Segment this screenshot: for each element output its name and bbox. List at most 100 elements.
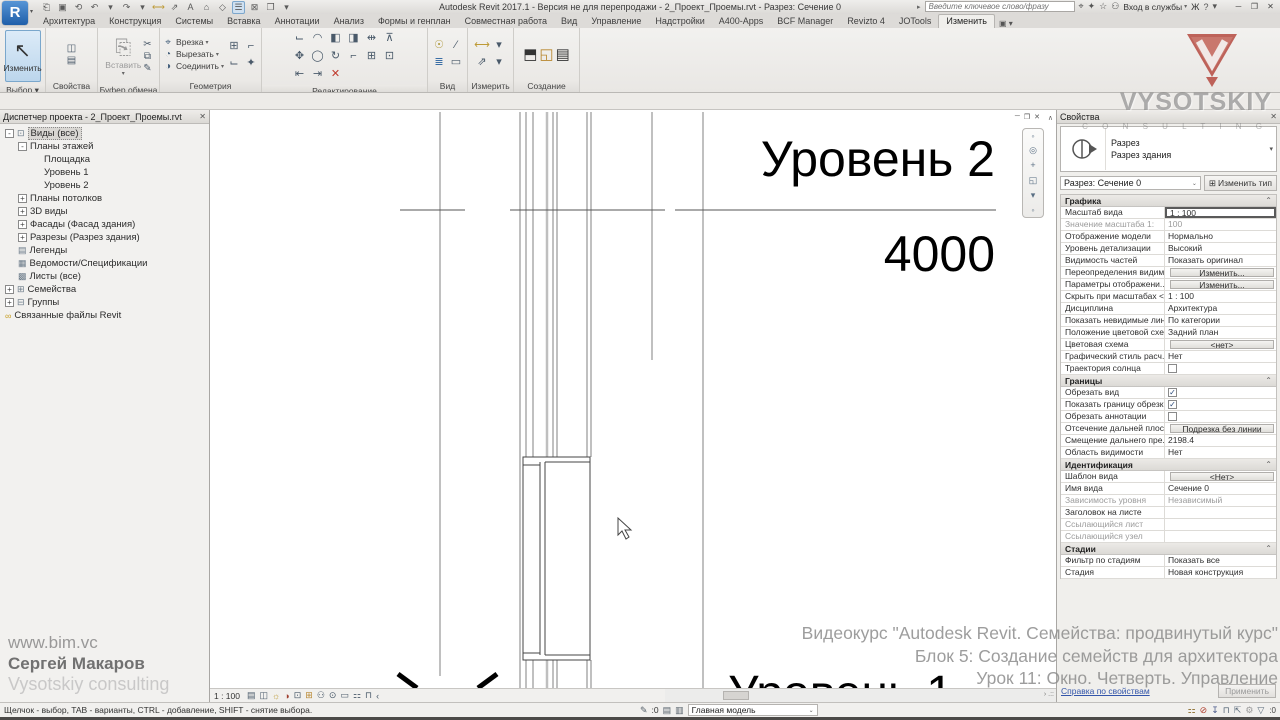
project-browser-close-icon[interactable]: ✕ xyxy=(199,112,206,121)
tree-item-elevations[interactable]: + Фасады (Фасад здания) xyxy=(0,218,209,231)
tab-annotacii[interactable]: Аннотации xyxy=(268,15,327,28)
match-type-icon[interactable]: ✎ xyxy=(143,63,151,74)
unjoin-icon[interactable]: ⌙ xyxy=(226,55,242,71)
sign-in-button[interactable]: Вход в службы ▾ xyxy=(1123,2,1187,12)
collapse-icon[interactable]: - xyxy=(18,142,27,151)
signin-user-icon[interactable]: ⚇ xyxy=(1111,1,1119,12)
property-value[interactable] xyxy=(1165,519,1276,530)
property-value[interactable]: 2198.4 xyxy=(1165,435,1276,446)
property-group-header[interactable]: Стадии ⌃ xyxy=(1061,543,1276,555)
shadows-icon[interactable]: ◑ xyxy=(284,691,289,701)
type-selector-dropdown-icon[interactable]: ▾ xyxy=(1269,145,1276,153)
tab-vid[interactable]: Вид xyxy=(554,15,584,28)
qat-customize-icon[interactable]: ▾ xyxy=(280,2,293,13)
properties-toggle-icon[interactable]: ▤ xyxy=(67,55,76,66)
tree-item-sheets[interactable]: ▩ Листы (все) xyxy=(0,270,209,283)
property-value[interactable]: 100 xyxy=(1165,219,1276,230)
navbar-close-icon[interactable]: ◦ xyxy=(1031,131,1034,141)
instance-selector[interactable]: Разрез: Сечение 0 ⌄ xyxy=(1060,176,1201,190)
property-value[interactable]: Нормально xyxy=(1165,231,1276,242)
expand-icon[interactable]: + xyxy=(18,194,27,203)
paste-button[interactable]: ⎘ Вставить ▾ xyxy=(105,30,141,82)
property-value[interactable] xyxy=(1165,411,1276,422)
reveal-hidden-icon[interactable]: ⊙ xyxy=(329,690,337,701)
tab-jotools[interactable]: JOTools xyxy=(892,15,939,28)
tree-item-legends[interactable]: ▤ Легенды xyxy=(0,244,209,257)
thin-lines-icon[interactable]: ☰ xyxy=(232,0,245,14)
join-button[interactable]: ◑ Соединить ▾ xyxy=(162,61,224,72)
tree-item-ceiling-plans[interactable]: + Планы потолков xyxy=(0,192,209,205)
favorites-icon[interactable]: ☆ xyxy=(1099,1,1107,12)
horizontal-scrollbar[interactable]: › .:: xyxy=(665,688,1056,702)
property-value-button[interactable]: <нет> xyxy=(1170,340,1274,349)
undo-dropdown-icon[interactable]: ▾ xyxy=(104,2,117,13)
tab-upravlenie[interactable]: Управление xyxy=(584,15,648,28)
property-value[interactable]: Изменить... xyxy=(1165,279,1276,290)
switch-windows-icon[interactable]: ❐ xyxy=(264,2,277,13)
tree-item-view-uroven-2[interactable]: Уровень 2 xyxy=(0,179,209,192)
property-value[interactable]: Нет xyxy=(1165,447,1276,458)
redo-icon[interactable]: ↷ xyxy=(120,2,133,13)
save-icon[interactable]: ▣ xyxy=(56,2,69,13)
expand-icon[interactable]: + xyxy=(18,233,27,242)
property-value[interactable]: ✓ xyxy=(1165,399,1276,410)
trim-icon[interactable]: ⌐ xyxy=(345,48,362,65)
tree-item-groups[interactable]: + ⊟ Группы xyxy=(0,296,209,309)
view-restore-icon[interactable]: ❐ xyxy=(1024,113,1030,121)
copy-move-icon[interactable]: ◯ xyxy=(309,48,326,65)
type-selector[interactable]: Разрез Разрез здания ▾ xyxy=(1060,126,1277,172)
apply-button[interactable]: Применить xyxy=(1218,684,1276,698)
close-button[interactable]: ✕ xyxy=(1263,2,1278,11)
hidden-elements-icon[interactable]: ☉ xyxy=(431,37,447,54)
background-processes-icon[interactable]: ⚙ xyxy=(1245,705,1253,716)
create-group-icon[interactable]: ⬒ xyxy=(523,45,537,63)
design-options-icon[interactable]: ▥ xyxy=(675,705,684,716)
filter-icon[interactable]: ▽ xyxy=(1257,705,1264,716)
property-group-header[interactable]: Границы ⌃ xyxy=(1061,375,1276,387)
zoom-region-icon[interactable]: ◱ xyxy=(1029,175,1038,186)
scroll-up-icon[interactable]: ∧ xyxy=(1048,114,1053,122)
property-value[interactable]: Показать оригинал xyxy=(1165,255,1276,266)
navbar-bottom-icon[interactable]: ◦ xyxy=(1031,205,1034,215)
property-value-button[interactable]: <Нет> xyxy=(1170,472,1274,481)
measure-tool-icon[interactable]: ⟷ xyxy=(474,37,490,54)
tab-konstrukciya[interactable]: Конструкция xyxy=(102,15,168,28)
constraints-icon[interactable]: ⊓ xyxy=(365,690,372,701)
expand-icon[interactable]: + xyxy=(5,285,14,294)
measure-icon[interactable]: ⟷ xyxy=(152,2,165,13)
rotate-icon[interactable]: ↻ xyxy=(327,48,344,65)
default-3d-view-icon[interactable]: ⌂ xyxy=(200,2,213,12)
subscription-icon[interactable]: ✦ xyxy=(1088,1,1096,12)
align-icon[interactable]: ⌙ xyxy=(291,30,308,47)
visual-style-icon[interactable]: ◫ xyxy=(260,690,269,701)
property-group-header[interactable]: Идентификация ⌃ xyxy=(1061,459,1276,471)
panel-label-select[interactable]: Выбор ▾ xyxy=(0,84,45,92)
load-family-icon[interactable]: ▤ xyxy=(556,45,570,63)
group-collapse-icon[interactable]: ⌃ xyxy=(1265,543,1272,554)
move-icon[interactable]: ✥ xyxy=(291,48,308,65)
pin-icon[interactable]: ⊼ xyxy=(381,30,398,47)
extend-icon[interactable]: ⇥ xyxy=(309,66,326,83)
cut-icon[interactable]: ✂ xyxy=(143,39,151,50)
cut-geometry-button[interactable]: ⌖ Врезка ▾ xyxy=(162,37,224,48)
edit-type-button[interactable]: ⊞ Изменить тип xyxy=(1203,175,1277,191)
drawing-area[interactable]: Уровень 2 4000 Уровень 1 ─ ❐ ✕ ∧ ◦ ◎ + ◱ ▾ ◦ 1 … xyxy=(210,110,1056,702)
create-similar-icon[interactable]: ◱ xyxy=(539,45,553,63)
cut-profile-icon[interactable]: ≣ xyxy=(431,54,447,71)
property-value[interactable]: Сечение 0 xyxy=(1165,483,1276,494)
property-value[interactable]: Новая конструкция xyxy=(1165,567,1276,578)
modify-selector-icon[interactable]: ▣ ▾ xyxy=(999,19,1013,28)
view-scale-button[interactable]: 1 : 100 xyxy=(214,691,240,701)
copy-icon[interactable]: ⧉ xyxy=(143,51,151,62)
minimize-button[interactable]: ─ xyxy=(1231,2,1246,11)
tree-item-families[interactable]: + ⊞ Семейства xyxy=(0,283,209,296)
checkbox-checked[interactable]: ✓ xyxy=(1168,400,1177,409)
tree-item-sections[interactable]: + Разрезы (Разрез здания) xyxy=(0,231,209,244)
undo-icon[interactable]: ↶ xyxy=(88,2,101,13)
property-value[interactable]: ✓ xyxy=(1165,387,1276,398)
application-menu-arrow-icon[interactable]: ▾ xyxy=(30,8,33,15)
tab-sovmestnaya-rabota[interactable]: Совместная работа xyxy=(458,15,554,28)
group-collapse-icon[interactable]: ⌃ xyxy=(1265,459,1272,470)
dimension-dropdown-icon[interactable]: ▾ xyxy=(491,54,507,71)
array-icon[interactable]: ⊞ xyxy=(363,48,380,65)
